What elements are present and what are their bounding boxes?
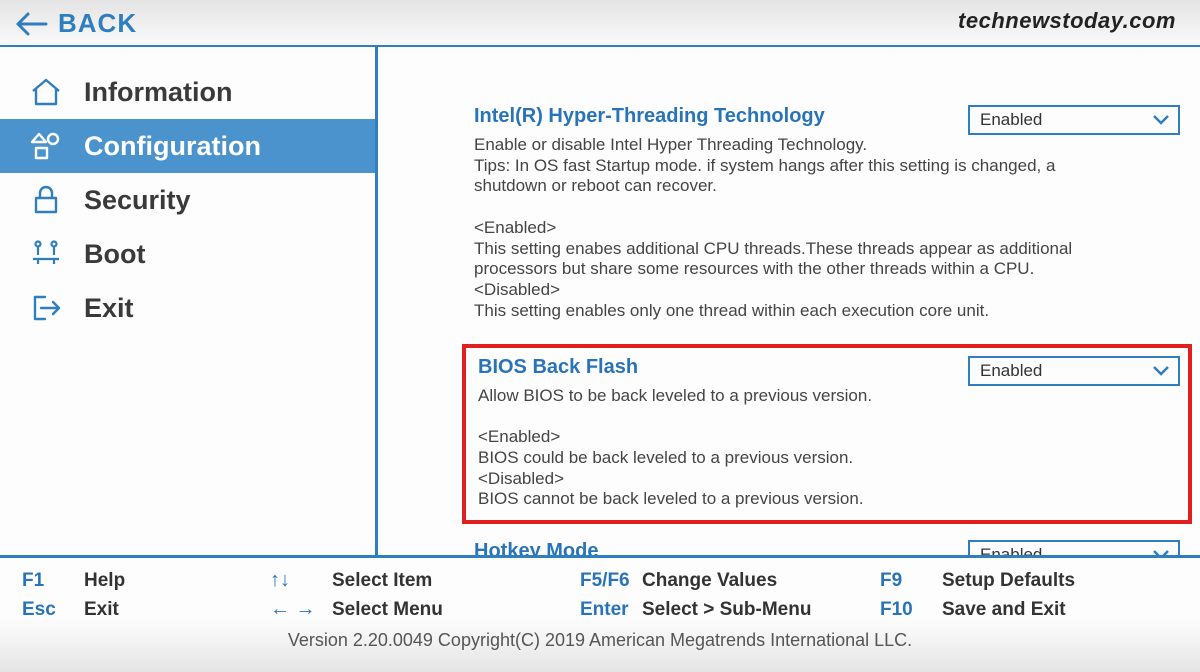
footer-label: Setup Defaults bbox=[942, 570, 1075, 592]
exit-icon bbox=[28, 291, 64, 325]
dropdown-value: Enabled bbox=[980, 110, 1042, 130]
setting-title: Hotkey Mode bbox=[474, 540, 598, 555]
setting-title: BIOS Back Flash bbox=[478, 356, 638, 379]
sidebar-item-exit[interactable]: Exit bbox=[0, 281, 375, 335]
footer-key: F10 bbox=[880, 599, 932, 621]
footer-key: F5/F6 bbox=[580, 570, 632, 592]
footer-label: Change Values bbox=[642, 570, 777, 592]
setting-hyperthreading: Intel(R) Hyper-Threading Technology Enab… bbox=[474, 105, 1180, 322]
sidebar-item-boot[interactable]: Boot bbox=[0, 227, 375, 281]
footer-hint: Esc Exit bbox=[0, 598, 270, 621]
footer-hint: F1 Help bbox=[0, 569, 270, 592]
sidebar-item-label: Exit bbox=[84, 293, 134, 324]
footer: F1 Help ↑↓ Select Item F5/F6 Change Valu… bbox=[0, 555, 1200, 653]
footer-label: Help bbox=[84, 570, 125, 592]
footer-hint: ↑↓ Select Item bbox=[270, 569, 580, 592]
setting-desc: Enable or disable Intel Hyper Threading … bbox=[474, 135, 1084, 322]
back-arrow-icon[interactable] bbox=[14, 11, 48, 37]
footer-key: F9 bbox=[880, 570, 932, 592]
arrow-leftright-icon: ← → bbox=[270, 598, 322, 621]
footer-hint: F10 Save and Exit bbox=[880, 598, 1200, 621]
footer-key: F1 bbox=[22, 570, 74, 592]
footer-label: Select > Sub-Menu bbox=[642, 599, 811, 621]
content-panel: Intel(R) Hyper-Threading Technology Enab… bbox=[378, 47, 1200, 555]
sidebar-item-label: Information bbox=[84, 77, 233, 108]
boot-icon bbox=[28, 237, 64, 271]
footer-label: Save and Exit bbox=[942, 599, 1066, 621]
chevron-down-icon bbox=[1152, 365, 1170, 377]
hyperthreading-dropdown[interactable]: Enabled bbox=[968, 105, 1180, 135]
setting-hotkey: Hotkey Mode Enabled Enable or disable Ho… bbox=[474, 540, 1180, 555]
footer-label: Select Menu bbox=[332, 599, 443, 621]
backflash-dropdown[interactable]: Enabled bbox=[968, 356, 1180, 386]
dropdown-value: Enabled bbox=[980, 545, 1042, 555]
watermark: technewstoday.com bbox=[958, 8, 1176, 34]
footer-hint: Enter Select > Sub-Menu bbox=[580, 598, 880, 621]
sidebar: Information Configuration Security Boot bbox=[0, 47, 378, 555]
hotkey-dropdown[interactable]: Enabled bbox=[968, 540, 1180, 555]
highlight-box: BIOS Back Flash Enabled Allow BIOS to be… bbox=[462, 344, 1192, 524]
lock-icon bbox=[28, 183, 64, 217]
back-button[interactable]: BACK bbox=[58, 8, 137, 39]
sidebar-item-label: Configuration bbox=[84, 131, 261, 162]
footer-key: Enter bbox=[580, 599, 632, 621]
chevron-down-icon bbox=[1152, 549, 1170, 555]
setting-title: Intel(R) Hyper-Threading Technology bbox=[474, 105, 825, 128]
copyright: Version 2.20.0049 Copyright(C) 2019 Amer… bbox=[0, 624, 1200, 651]
footer-label: Exit bbox=[84, 599, 119, 621]
footer-row: F1 Help ↑↓ Select Item F5/F6 Change Valu… bbox=[0, 566, 1200, 595]
footer-row: Esc Exit ← → Select Menu Enter Select > … bbox=[0, 595, 1200, 624]
chevron-down-icon bbox=[1152, 114, 1170, 126]
sidebar-item-information[interactable]: Information bbox=[0, 65, 375, 119]
sidebar-item-label: Boot bbox=[84, 239, 145, 270]
footer-hint: F9 Setup Defaults bbox=[880, 569, 1200, 592]
home-icon bbox=[28, 75, 64, 109]
setting-backflash: BIOS Back Flash Enabled Allow BIOS to be… bbox=[478, 356, 1180, 510]
footer-hint: ← → Select Menu bbox=[270, 598, 580, 621]
footer-key: Esc bbox=[22, 599, 74, 621]
setting-desc: Allow BIOS to be back leveled to a previ… bbox=[478, 386, 1088, 510]
sidebar-item-label: Security bbox=[84, 185, 191, 216]
arrow-updown-icon: ↑↓ bbox=[270, 569, 322, 592]
footer-label: Select Item bbox=[332, 570, 432, 592]
footer-hint: F5/F6 Change Values bbox=[580, 569, 880, 592]
main: Information Configuration Security Boot bbox=[0, 47, 1200, 555]
sidebar-item-security[interactable]: Security bbox=[0, 173, 375, 227]
sidebar-item-configuration[interactable]: Configuration bbox=[0, 119, 375, 173]
dropdown-value: Enabled bbox=[980, 361, 1042, 381]
shapes-icon bbox=[28, 129, 64, 163]
